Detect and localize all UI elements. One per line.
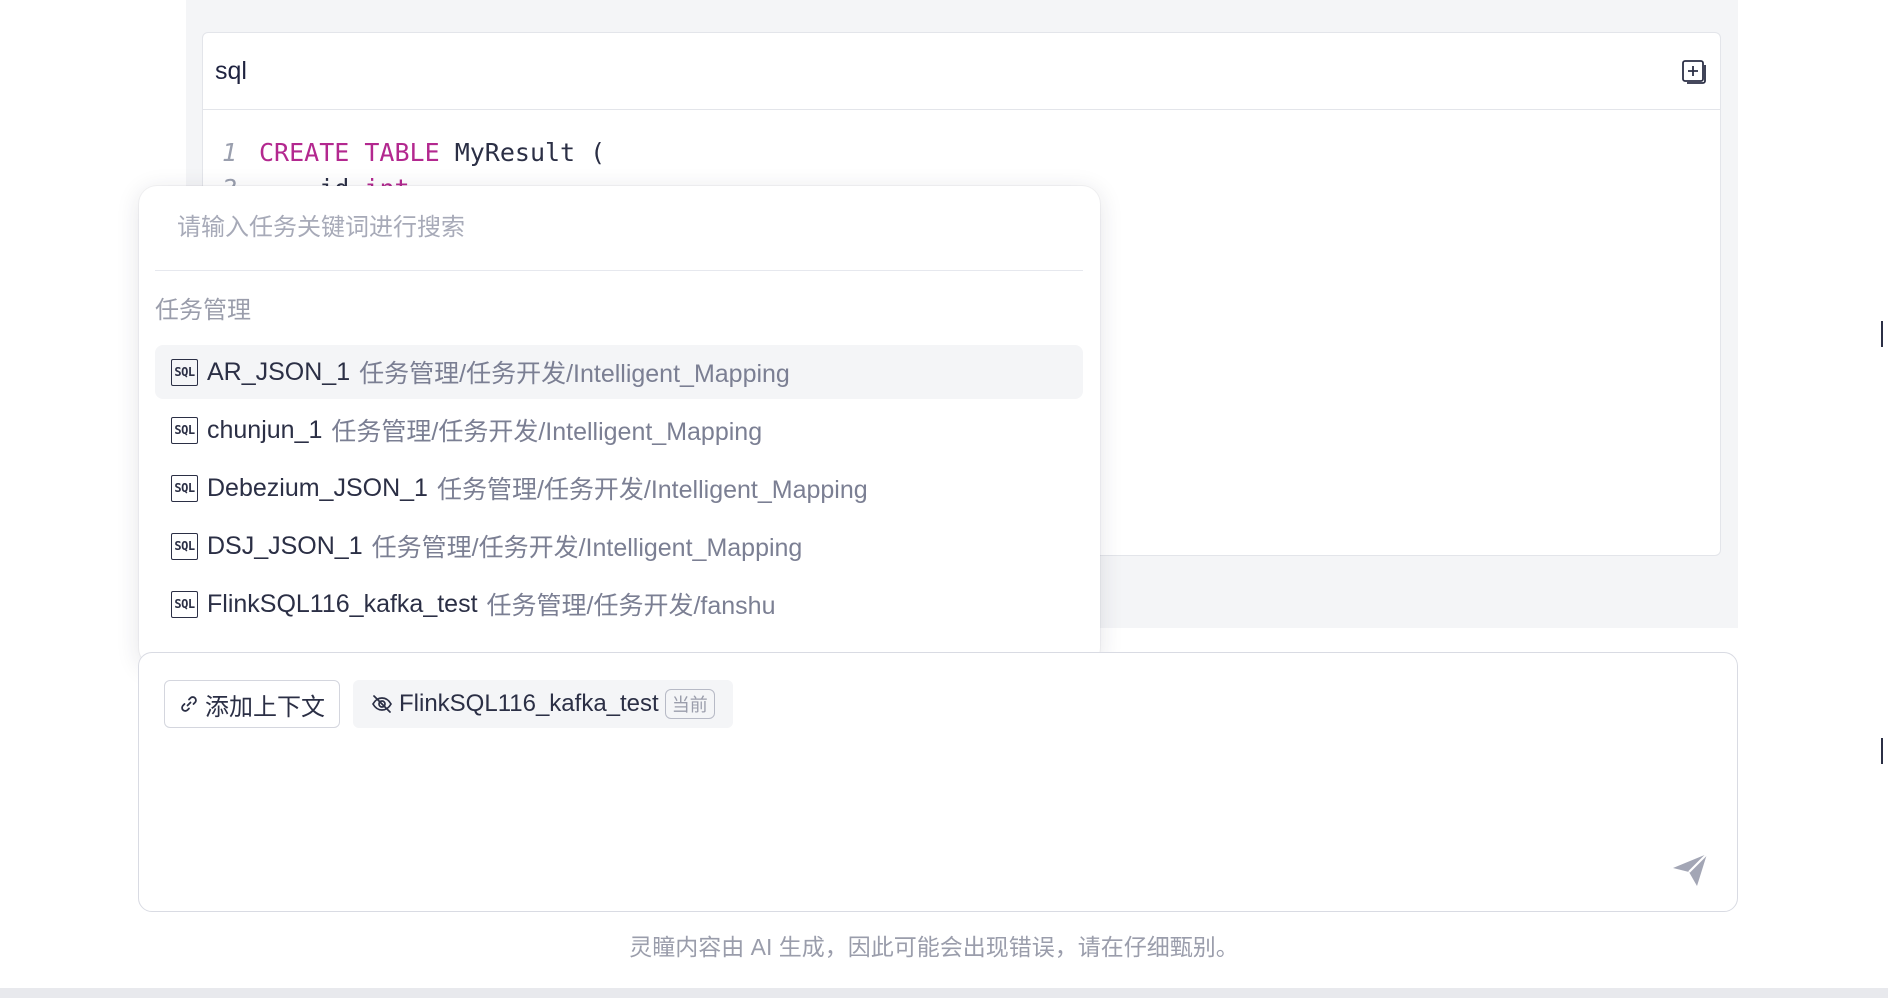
- add-context-label: 添加上下文: [205, 693, 325, 721]
- insert-code-button[interactable]: [1678, 56, 1708, 86]
- send-button[interactable]: [1667, 847, 1713, 893]
- task-name: FlinkSQL116_kafka_test: [207, 589, 478, 618]
- group-title: 任务管理: [155, 297, 251, 324]
- sql-file-icon: SQL: [171, 416, 198, 444]
- code-block-header: sql: [203, 33, 1720, 110]
- task-path: 任务管理/任务开发/Intelligent_Mapping: [331, 418, 763, 446]
- sql-file-icon: SQL: [171, 474, 198, 502]
- bottom-bar: [0, 988, 1888, 998]
- sql-file-icon: SQL: [171, 358, 198, 386]
- popup-search-bar: [155, 186, 1083, 271]
- sql-file-icon: SQL: [171, 590, 198, 618]
- context-chip-label: FlinkSQL116_kafka_test: [399, 690, 659, 717]
- line-number: 1: [221, 137, 237, 167]
- task-item[interactable]: SQL AR_JSON_1 任务管理/任务开发/Intelligent_Mapp…: [155, 345, 1083, 399]
- context-chip[interactable]: FlinkSQL116_kafka_test 当前: [353, 680, 733, 728]
- code-language-label: sql: [215, 56, 247, 85]
- task-path: 任务管理/任务开发/fanshu: [486, 592, 776, 620]
- task-item[interactable]: SQL DSJ_JSON_1 任务管理/任务开发/Intelligent_Map…: [155, 519, 1083, 573]
- code-line: 1 CREATE TABLE MyResult (: [203, 134, 1720, 170]
- task-item[interactable]: SQL FlinkSQL116_kafka_test 任务管理/任务开发/fan…: [155, 577, 1083, 631]
- sql-keyword: CREATE: [259, 137, 350, 167]
- task-search-input[interactable]: [177, 214, 1083, 242]
- ai-disclaimer: 灵瞳内容由 AI 生成，因此可能会出现错误，请在仔细甄别。: [629, 934, 1239, 960]
- task-item[interactable]: SQL chunjun_1 任务管理/任务开发/Intelligent_Mapp…: [155, 403, 1083, 457]
- task-name: DSJ_JSON_1: [207, 531, 363, 560]
- message-composer[interactable]: 添加上下文 FlinkSQL116_kafka_test 当前: [138, 652, 1738, 912]
- task-item[interactable]: SQL Debezium_JSON_1 任务管理/任务开发/Intelligen…: [155, 461, 1083, 515]
- link-icon: [181, 696, 197, 712]
- sql-keyword: TABLE: [364, 137, 440, 167]
- code-text: MyResult (: [454, 137, 606, 167]
- add-square-icon: [1682, 60, 1706, 84]
- scrollbar-marker[interactable]: [1881, 321, 1883, 347]
- scrollbar-marker[interactable]: [1881, 738, 1883, 764]
- current-badge: 当前: [664, 689, 715, 719]
- task-path: 任务管理/任务开发/Intelligent_Mapping: [359, 360, 790, 388]
- task-name: Debezium_JSON_1: [207, 473, 428, 502]
- task-search-popup: 任务管理 SQL AR_JSON_1 任务管理/任务开发/Intelligent…: [139, 186, 1100, 666]
- sql-file-icon: SQL: [171, 532, 198, 560]
- task-path: 任务管理/任务开发/Intelligent_Mapping: [371, 534, 803, 562]
- task-list: SQL AR_JSON_1 任务管理/任务开发/Intelligent_Mapp…: [155, 345, 1083, 635]
- eye-off-icon: [372, 695, 392, 713]
- task-name: AR_JSON_1: [207, 357, 351, 386]
- send-icon: [1673, 853, 1708, 886]
- add-context-button[interactable]: 添加上下文: [164, 680, 340, 728]
- task-path: 任务管理/任务开发/Intelligent_Mapping: [436, 476, 868, 504]
- task-name: chunjun_1: [207, 415, 323, 444]
